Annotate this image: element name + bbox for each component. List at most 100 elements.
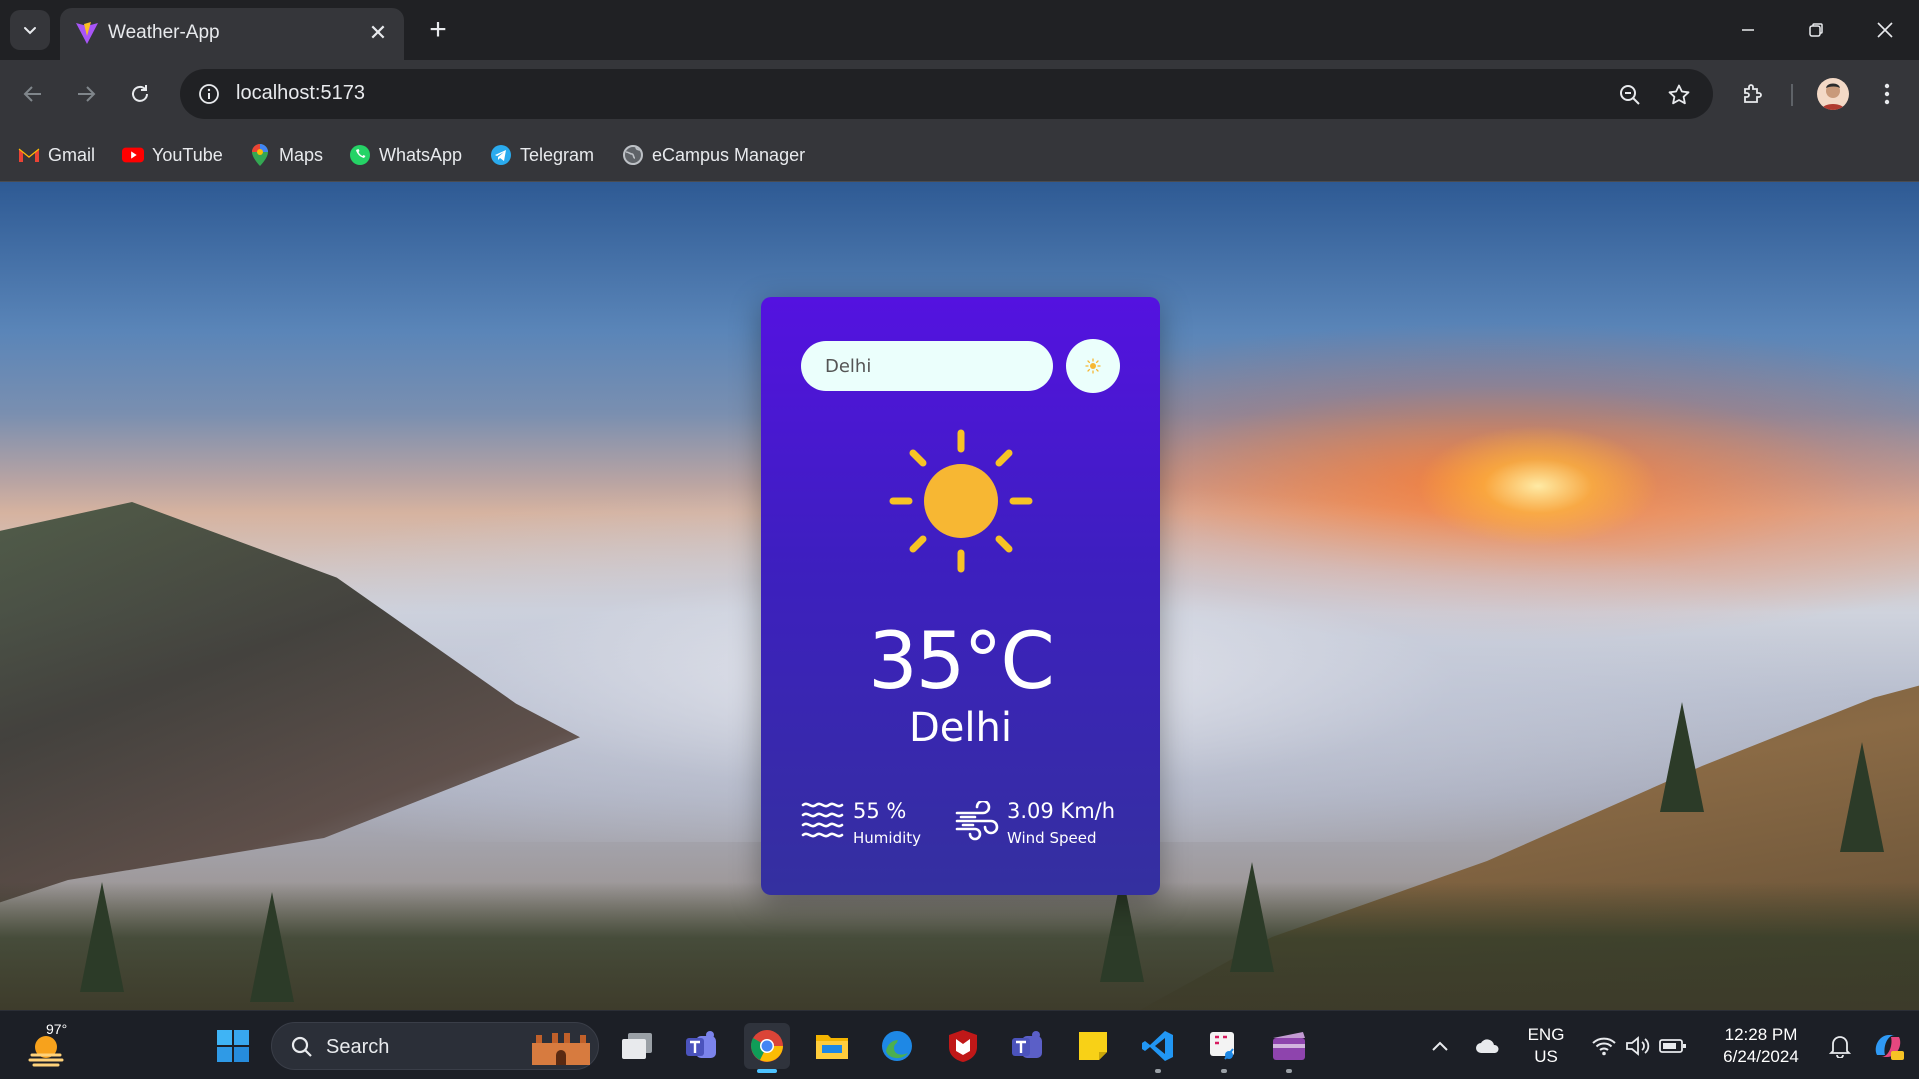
battery-icon [1659, 1039, 1686, 1053]
folder-icon [816, 1035, 848, 1059]
bookmark-gmail[interactable]: Gmail [18, 141, 95, 169]
more-vertical-icon [1884, 83, 1890, 105]
chrome-icon [751, 1030, 783, 1062]
search-icon [291, 1036, 312, 1057]
tab-close-button[interactable]: ✕ [364, 19, 392, 47]
zoom-icon [1620, 85, 1640, 105]
bookmark-label: Gmail [48, 144, 96, 165]
telegram-icon [490, 144, 512, 166]
background-tree [1840, 742, 1884, 852]
region-code: US [1534, 1047, 1558, 1066]
browser-tab[interactable]: Weather-App ✕ [60, 8, 404, 60]
clock-date: 6/24/2024 [1723, 1047, 1799, 1066]
clock-time: 12:28 PM [1724, 1025, 1798, 1044]
restore-button[interactable] [1791, 10, 1841, 50]
running-indicator [1155, 1069, 1161, 1073]
bookmark-maps[interactable]: Maps [249, 141, 323, 169]
search-label: Search [326, 1036, 390, 1058]
windows-logo-icon [217, 1030, 249, 1062]
bookmark-youtube[interactable]: YouTube [122, 141, 223, 169]
clipchamp-button[interactable] [1266, 1023, 1312, 1073]
map-pin-icon [249, 144, 271, 166]
address-bar[interactable]: localhost:5173 [180, 69, 1713, 119]
new-tab-button[interactable]: + [418, 12, 458, 48]
file-explorer-button[interactable] [809, 1023, 855, 1069]
bookmark-label: YouTube [152, 144, 223, 165]
back-button[interactable] [13, 74, 53, 114]
search-button[interactable] [1066, 339, 1120, 393]
profile-avatar[interactable] [1817, 78, 1849, 110]
humidity-waves-icon [801, 802, 844, 838]
sticky-notes-button[interactable] [1070, 1023, 1116, 1069]
sun-small-icon [1085, 358, 1101, 374]
bell-icon [1829, 1036, 1851, 1058]
teams-work-button[interactable] [1005, 1023, 1051, 1069]
weather-card: 35°C Delhi 55 % Humidity [761, 297, 1160, 895]
bookmark-star-button[interactable] [1663, 79, 1695, 111]
wifi-icon [1592, 1037, 1616, 1056]
teams-icon [1012, 1031, 1042, 1058]
reload-icon [132, 85, 148, 102]
quick-settings-button[interactable] [1584, 1023, 1694, 1069]
sticky-note-icon [1079, 1032, 1107, 1060]
extensions-button[interactable] [1733, 74, 1773, 114]
minimize-button[interactable] [1723, 10, 1773, 50]
bookmark-label: eCampus Manager [652, 144, 806, 165]
bookmark-whatsapp[interactable]: WhatsApp [349, 141, 462, 169]
info-icon [199, 84, 219, 104]
start-button[interactable] [210, 1023, 256, 1069]
copilot-icon [1875, 1035, 1904, 1060]
wind-stat: 3.09 Km/h Wind Speed [955, 795, 1135, 859]
copilot-button[interactable] [1866, 1023, 1910, 1069]
close-window-button[interactable] [1860, 10, 1910, 50]
task-view-icon [622, 1033, 652, 1059]
vite-favicon-icon [76, 22, 98, 44]
mcafee-button[interactable] [940, 1023, 986, 1069]
chevron-up-icon [1432, 1041, 1448, 1051]
browser-toolbar: localhost:5173 [0, 60, 1919, 128]
onedrive-button[interactable] [1466, 1023, 1510, 1069]
temperature-display: 35°C [868, 617, 1055, 707]
chrome-taskbar-button[interactable] [744, 1023, 790, 1073]
gmail-icon [18, 144, 40, 166]
tab-search-button[interactable] [10, 10, 50, 50]
reload-button[interactable] [120, 74, 160, 114]
edge-icon [882, 1031, 912, 1061]
language-indicator[interactable]: ENG US [1520, 1024, 1572, 1068]
chrome-menu-button[interactable] [1867, 74, 1907, 114]
task-view-button[interactable] [614, 1023, 660, 1069]
notifications-button[interactable] [1820, 1023, 1860, 1069]
volume-icon [1626, 1036, 1650, 1056]
language-code: ENG [1527, 1025, 1565, 1044]
show-hidden-icons-button[interactable] [1418, 1023, 1462, 1069]
weather-widget[interactable]: 97° [22, 1021, 82, 1071]
teams-button[interactable] [679, 1023, 725, 1069]
youtube-icon [122, 144, 144, 166]
vscode-button[interactable] [1135, 1023, 1181, 1073]
edge-button[interactable] [874, 1023, 920, 1069]
star-icon [1668, 84, 1690, 105]
forward-button[interactable] [66, 74, 106, 114]
bookmark-ecampus[interactable]: eCampus Manager [622, 141, 805, 169]
close-icon [1877, 22, 1893, 38]
snipping-tool-button[interactable] [1201, 1023, 1247, 1073]
zoom-button[interactable] [1614, 79, 1646, 111]
background-tree [1230, 862, 1274, 972]
clipchamp-icon [1273, 1032, 1305, 1060]
tab-title: Weather-App [108, 22, 220, 43]
site-info-button[interactable] [192, 77, 226, 111]
taskbar-search[interactable]: Search [271, 1022, 599, 1070]
humidity-label: Humidity [853, 829, 922, 847]
city-search-input[interactable] [801, 341, 1053, 391]
active-indicator [757, 1069, 777, 1073]
search-highlight-icon [532, 1033, 590, 1065]
running-indicator [1286, 1069, 1292, 1073]
wind-value: 3.09 Km/h [1007, 799, 1116, 823]
toolbar-separator [1791, 84, 1793, 106]
clock[interactable]: 12:28 PM 6/24/2024 [1706, 1024, 1816, 1068]
restore-icon [1809, 23, 1823, 37]
arrow-right-icon [78, 86, 96, 102]
chevron-down-icon [24, 27, 36, 35]
url-text[interactable]: localhost:5173 [236, 82, 365, 105]
bookmark-telegram[interactable]: Telegram [490, 141, 594, 169]
